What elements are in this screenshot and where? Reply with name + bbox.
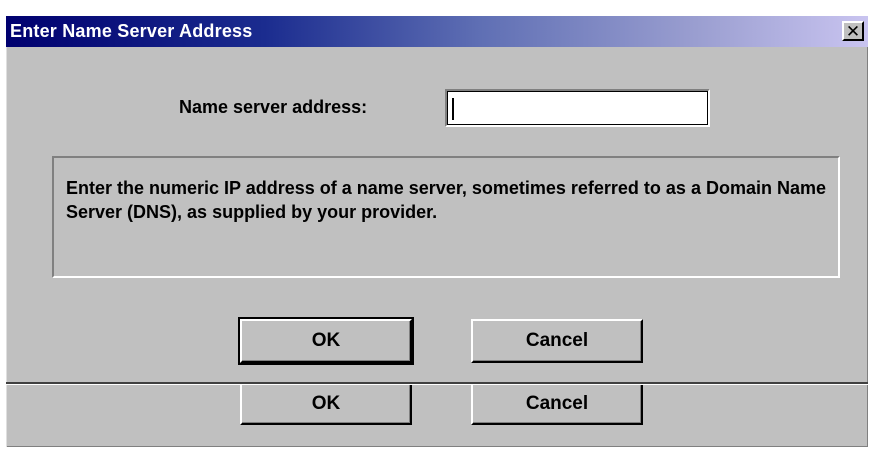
info-text: Enter the numeric IP address of a name s… <box>66 178 826 222</box>
divider <box>6 382 868 385</box>
name-server-label: Name server address: <box>179 97 368 117</box>
ok-button[interactable]: OK <box>238 317 414 365</box>
ok-button-duplicate[interactable]: OK <box>240 385 412 425</box>
cancel-button-duplicate[interactable]: Cancel <box>471 385 643 425</box>
close-button[interactable]: ✕ <box>842 21 864 41</box>
window-title: Enter Name Server Address <box>10 21 253 41</box>
text-caret <box>452 98 454 120</box>
cancel-button[interactable]: Cancel <box>471 319 643 363</box>
close-icon: ✕ <box>845 21 861 41</box>
title-bar[interactable]: Enter Name Server Address ✕ <box>6 16 868 47</box>
name-server-input[interactable] <box>445 89 710 127</box>
dialog-window: Enter Name Server Address ✕ Name server … <box>6 16 868 447</box>
name-server-row: Name server address: <box>6 89 868 129</box>
info-group-box: Enter the numeric IP address of a name s… <box>52 156 840 278</box>
